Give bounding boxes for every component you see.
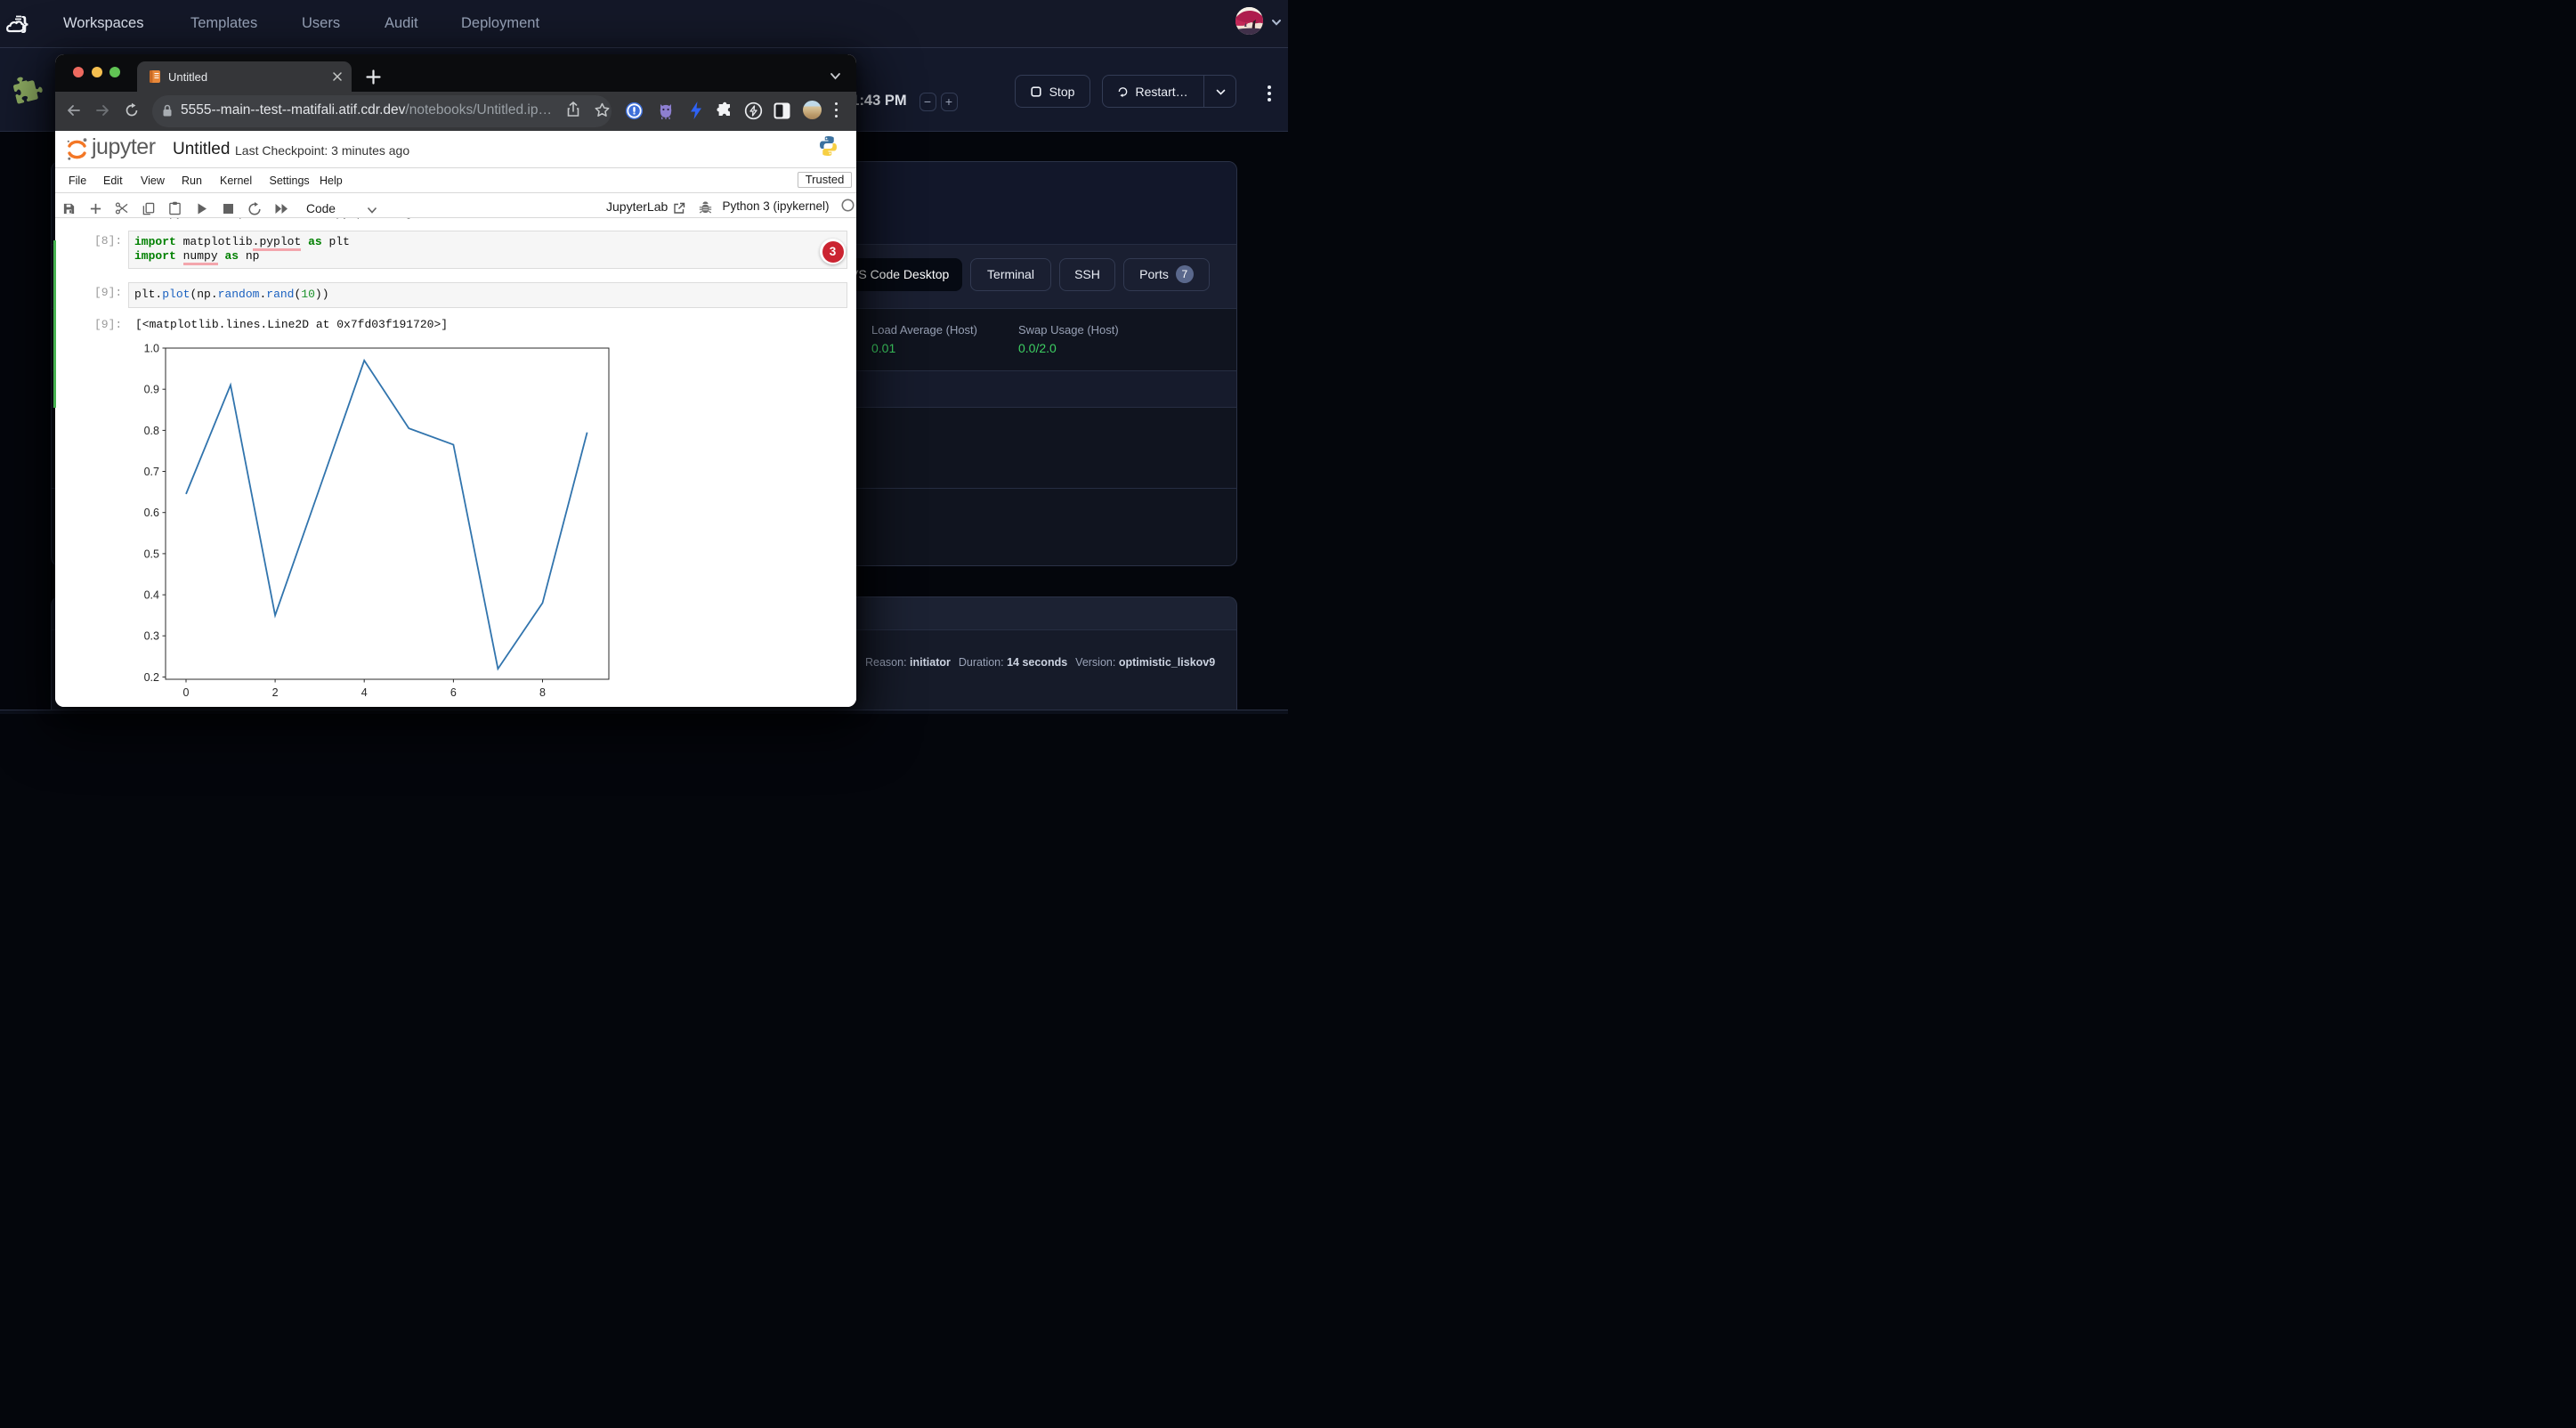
svg-text:0.5: 0.5 (144, 548, 159, 560)
svg-text:0.6: 0.6 (144, 507, 159, 519)
svg-text:0.9: 0.9 (144, 384, 159, 396)
svg-text:0.7: 0.7 (144, 466, 159, 478)
svg-text:0.3: 0.3 (144, 630, 159, 643)
svg-text:2: 2 (272, 686, 279, 699)
svg-text:4: 4 (361, 686, 368, 699)
svg-text:0.8: 0.8 (144, 425, 159, 437)
svg-text:0: 0 (183, 686, 190, 699)
svg-text:8: 8 (539, 686, 546, 699)
svg-text:0.2: 0.2 (144, 671, 159, 684)
svg-text:1.0: 1.0 (144, 343, 159, 355)
svg-text:0.4: 0.4 (144, 589, 159, 602)
svg-text:}: } (21, 14, 28, 34)
svg-text:6: 6 (450, 686, 457, 699)
